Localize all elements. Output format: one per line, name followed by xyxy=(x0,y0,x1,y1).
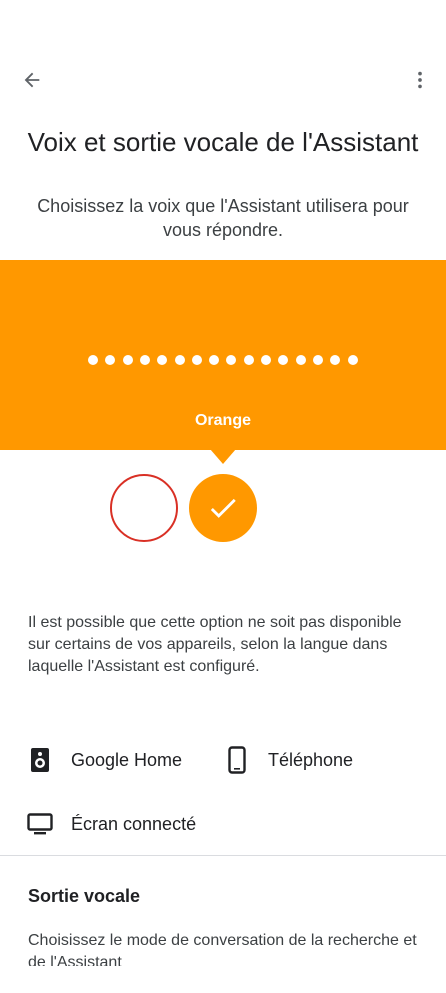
voice-preview-banner: Orange xyxy=(0,260,446,450)
section-divider xyxy=(0,855,446,856)
voice-option-red[interactable] xyxy=(110,474,178,542)
voice-option-orange[interactable] xyxy=(189,474,257,542)
voice-preview-dot xyxy=(122,355,133,365)
device-label: Google Home xyxy=(71,749,183,770)
voice-preview-dot xyxy=(139,355,150,365)
voice-preview-dot xyxy=(157,355,168,365)
arrow-left-icon xyxy=(24,72,40,88)
check-icon xyxy=(210,498,236,518)
page-subtitle: Choisissez la voix que l'Assistant utili… xyxy=(37,196,409,240)
device-smart-display: Écran connecté xyxy=(27,809,196,839)
voice-preview-dots xyxy=(0,355,446,367)
back-button[interactable] xyxy=(12,60,52,100)
speaker-icon xyxy=(27,745,53,775)
top-app-bar xyxy=(0,56,446,108)
device-google-home: Google Home xyxy=(27,745,182,775)
device-label: Téléphone xyxy=(268,749,354,770)
voice-preview-dot xyxy=(261,355,271,365)
voice-preview-dot xyxy=(295,355,306,365)
selected-voice-name: Orange xyxy=(194,412,251,429)
voice-preview-dot xyxy=(278,355,289,365)
page-title: Voix et sortie vocale de l'Assistant xyxy=(27,127,419,157)
voice-preview-dot xyxy=(312,355,323,365)
selection-pointer xyxy=(210,449,236,464)
voice-output-description[interactable]: Choisissez le mode de conversation de la… xyxy=(28,930,428,966)
more-vert-icon xyxy=(418,71,422,89)
voice-preview-dot xyxy=(88,355,98,365)
voice-preview-dot xyxy=(226,355,237,365)
more-options-button[interactable] xyxy=(400,60,440,100)
voice-preview-dot xyxy=(347,355,358,365)
monitor-icon xyxy=(27,809,53,839)
availability-info: Il est possible que cette option ne soit… xyxy=(28,614,402,675)
voice-preview-dot xyxy=(174,355,185,365)
voice-output-title: Sortie vocale xyxy=(28,886,141,906)
device-phone: Téléphone xyxy=(224,745,353,775)
voice-preview-dot xyxy=(243,355,254,365)
device-label: Écran connecté xyxy=(71,813,197,834)
voice-preview-dot xyxy=(191,355,202,365)
voice-preview-dot xyxy=(105,355,116,365)
phone-icon xyxy=(224,745,250,775)
voice-preview-dot xyxy=(330,355,341,365)
voice-preview-dot xyxy=(209,355,220,365)
